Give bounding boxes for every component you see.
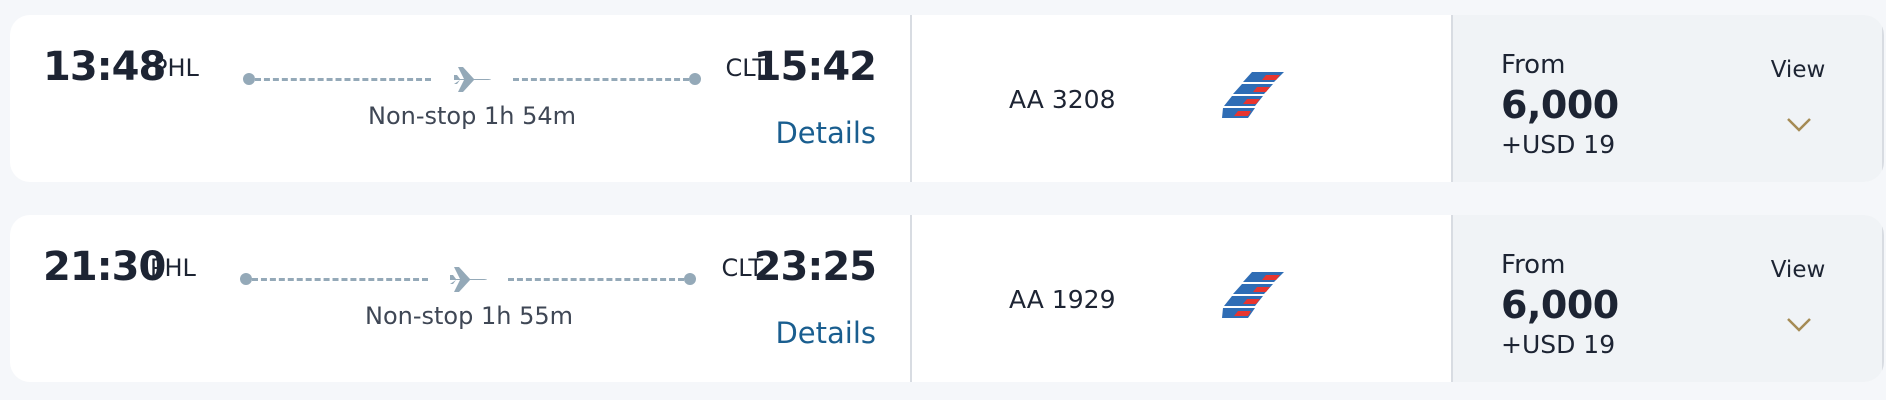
flight-result-card: 21:30 PHL Non-stop 1h 55m CLT 23:25 Deta… [10,215,1884,382]
departure-airport: PHL [153,54,199,82]
departure-time: 21:30 [43,244,166,290]
flight-segment: 21:30 PHL Non-stop 1h 55m CLT 23:25 Deta… [10,215,910,382]
departure-time: 13:48 [43,44,166,90]
details-link[interactable]: Details [775,119,876,148]
plane-icon [454,67,491,92]
flight-duration: Non-stop 1h 55m [365,302,573,330]
flight-number: AA 1929 [1009,285,1116,314]
fare-cash: +USD 19 [1501,330,1616,359]
flight-number-section: AA 3208 [910,15,1451,182]
fare-from-label: From [1501,50,1566,80]
origin-dot [243,73,255,85]
route-dash-right [513,78,689,81]
chevron-down-icon [1787,318,1811,332]
view-label: View [1770,257,1826,283]
plane-icon [450,267,487,292]
view-fares-button[interactable]: View [1743,55,1853,145]
origin-dot [240,273,252,285]
flight-number-section: AA 1929 [910,215,1451,382]
details-link[interactable]: Details [775,319,876,348]
flight-duration: Non-stop 1h 54m [368,102,576,130]
view-label: View [1770,57,1826,83]
fare-miles: 6,000 [1501,83,1619,127]
flight-number: AA 3208 [1009,85,1116,114]
chevron-down-icon [1787,118,1811,132]
route-dash-left [252,278,428,281]
destination-dot [684,273,696,285]
view-fares-button[interactable]: View [1743,255,1853,345]
arrival-time: 15:42 [753,44,877,90]
fare-miles: 6,000 [1501,283,1619,327]
flight-segment: 13:48 PHL Non-stop 1h 54m CLT 15:42 Deta… [10,15,910,182]
flight-results-list: 13:48 PHL Non-stop 1h 54m CLT 15:42 Deta… [0,0,1886,400]
route-dash-left [255,78,431,81]
american-airlines-tail-logo [1222,72,1284,118]
flight-result-card: 13:48 PHL Non-stop 1h 54m CLT 15:42 Deta… [10,15,1884,182]
departure-airport: PHL [150,254,196,282]
arrival-time: 23:25 [753,244,877,290]
fare-cash: +USD 19 [1501,130,1616,159]
route-line [243,67,701,92]
fare-from-label: From [1501,250,1566,280]
route-line [240,267,696,292]
destination-dot [689,73,701,85]
american-airlines-tail-logo [1222,272,1284,318]
route-dash-right [508,278,684,281]
fare-section: From 6,000 +USD 19 View [1451,215,1884,382]
fare-section: From 6,000 +USD 19 View [1451,15,1884,182]
